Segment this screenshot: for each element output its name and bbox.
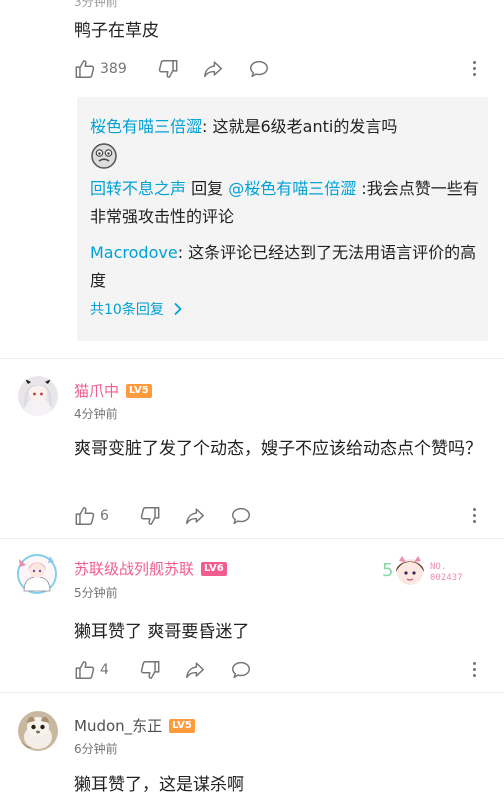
reply-username[interactable]: Macrodove bbox=[90, 243, 178, 262]
thumb-up-icon bbox=[75, 60, 95, 78]
comment-actions: 4 bbox=[74, 657, 253, 683]
reply-separator: : bbox=[177, 243, 189, 262]
comment-icon bbox=[231, 507, 250, 525]
thumb-down-icon bbox=[140, 661, 160, 679]
reply-preview-box: 桜色有喵三倍澀: 这就是6级老anti的发言吗 回转不息之声 回复 @桜色有喵三… bbox=[77, 97, 488, 341]
comment-time: 5分钟前 bbox=[74, 586, 118, 600]
avatar[interactable] bbox=[18, 376, 58, 416]
username-text: 苏联级战列舰苏联 bbox=[74, 560, 195, 578]
reply-mention[interactable]: @桜色有喵三倍澀 bbox=[228, 179, 356, 198]
dislike-button[interactable] bbox=[139, 505, 161, 527]
fan-badge[interactable]: 5 NO. 002437 bbox=[380, 548, 484, 594]
reply-item: 回转不息之声 回复 @桜色有喵三倍澀 :我会点赞一些有非常强攻击性的评论 bbox=[90, 175, 482, 231]
reply-username[interactable]: 桜色有喵三倍澀 bbox=[90, 117, 202, 136]
avatar[interactable] bbox=[18, 711, 58, 751]
username-text: Mudon_东正 bbox=[74, 717, 163, 735]
reply-button[interactable] bbox=[229, 505, 253, 527]
level-badge: LV5 bbox=[126, 383, 152, 398]
divider bbox=[0, 538, 504, 539]
like-button[interactable]: 6 bbox=[74, 505, 109, 527]
comment-page: 3分钟前 鸭子在草皮 389 桜色有喵三倍澀: 这就是6级老anti的发言吗 回… bbox=[0, 0, 504, 800]
comment-actions: 389 bbox=[74, 56, 271, 82]
comment-username[interactable]: 苏联级战列舰苏联 LV6 bbox=[74, 558, 227, 579]
share-icon bbox=[185, 662, 204, 679]
reply-text: 这就是6级老anti的发言吗 bbox=[212, 117, 398, 136]
divider bbox=[0, 692, 504, 693]
thumb-up-icon bbox=[75, 507, 95, 525]
comment-actions: 6 bbox=[74, 503, 253, 529]
share-icon bbox=[203, 61, 222, 78]
comment-time: 6分钟前 bbox=[74, 742, 118, 756]
like-button[interactable]: 389 bbox=[74, 58, 127, 80]
like-button[interactable]: 4 bbox=[74, 659, 109, 681]
more-icon[interactable] bbox=[471, 662, 477, 680]
thumb-down-icon bbox=[140, 507, 160, 525]
like-count: 4 bbox=[100, 662, 109, 678]
avatar[interactable] bbox=[14, 551, 60, 597]
comment-text: 獭耳赞了，这是谋杀啊 bbox=[74, 775, 244, 795]
emoji-icon bbox=[91, 142, 117, 169]
comment-icon bbox=[249, 60, 268, 78]
comment-time: 3分钟前 bbox=[74, 0, 118, 9]
comment-icon bbox=[231, 661, 250, 679]
level-badge: LV5 bbox=[169, 718, 195, 733]
thumb-down-icon bbox=[158, 60, 178, 78]
more-icon[interactable] bbox=[471, 508, 477, 526]
thumb-up-icon bbox=[75, 661, 95, 679]
share-icon bbox=[185, 508, 204, 525]
comment-text: 獭耳赞了 爽哥要昏迷了 bbox=[74, 622, 250, 642]
like-count: 389 bbox=[100, 61, 127, 77]
reply-username[interactable]: 回转不息之声 bbox=[90, 179, 186, 198]
level-badge: LV6 bbox=[201, 561, 227, 576]
divider bbox=[0, 358, 504, 359]
share-button[interactable] bbox=[183, 659, 207, 681]
more-replies-label: 共10条回复 bbox=[90, 302, 164, 318]
reply-separator: : bbox=[202, 117, 213, 136]
reply-item: 桜色有喵三倍澀: 这就是6级老anti的发言吗 bbox=[90, 113, 482, 170]
reply-button[interactable] bbox=[229, 659, 253, 681]
badge-character-icon: 5 bbox=[382, 556, 424, 585]
reply-connector: 回复 bbox=[186, 179, 229, 198]
username-text: 猫爪中 bbox=[74, 382, 120, 400]
comment-text: 鸭子在草皮 bbox=[74, 21, 159, 41]
comment-username[interactable]: Mudon_东正 LV5 bbox=[74, 715, 195, 736]
share-button[interactable] bbox=[201, 58, 225, 80]
comment-time: 4分钟前 bbox=[74, 407, 118, 421]
chevron-right-icon bbox=[174, 303, 182, 315]
badge-number: NO. 002437 bbox=[430, 562, 463, 583]
dislike-button[interactable] bbox=[157, 58, 179, 80]
like-count: 6 bbox=[100, 508, 109, 524]
more-icon[interactable] bbox=[471, 61, 477, 79]
comment-username[interactable]: 猫爪中 LV5 bbox=[74, 380, 152, 401]
badge-level: 5 bbox=[382, 560, 393, 581]
reply-button[interactable] bbox=[247, 58, 271, 80]
reply-item: Macrodove: 这条评论已经达到了无法用语言评价的高度 bbox=[90, 239, 482, 295]
share-button[interactable] bbox=[183, 505, 207, 527]
dislike-button[interactable] bbox=[139, 659, 161, 681]
view-all-replies-link[interactable]: 共10条回复 bbox=[90, 299, 186, 319]
comment-text: 爽哥变脏了发了个动态，嫂子不应该给动态点个赞吗？ bbox=[74, 439, 482, 459]
